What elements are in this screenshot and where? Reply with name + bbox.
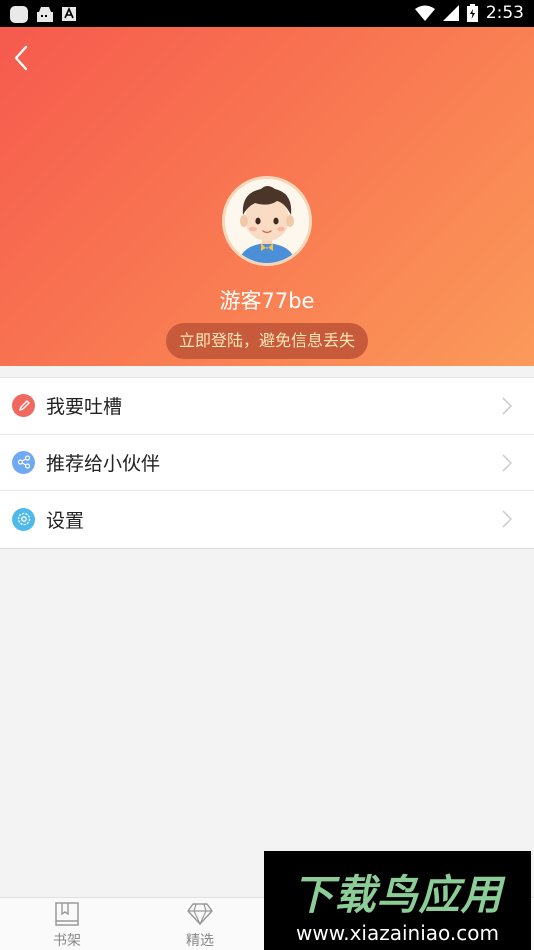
menu-item-share[interactable]: 推荐给小伙伴 xyxy=(0,435,534,491)
status-time: 2:53 xyxy=(485,3,524,23)
battery-icon xyxy=(466,4,478,22)
status-bar-system: 2:53 xyxy=(414,3,524,23)
menu-item-feedback[interactable]: 我要吐槽 xyxy=(0,378,534,435)
tab-label: 书架 xyxy=(53,933,81,949)
username: 游客77be xyxy=(219,289,315,313)
tab-featured[interactable]: 精选 xyxy=(160,902,240,950)
tab-label: 精选 xyxy=(186,933,214,949)
tab-bookshelf[interactable]: 书架 xyxy=(27,902,107,950)
menu-item-label: 推荐给小伙伴 xyxy=(46,452,161,475)
watermark-title: 下载鸟应用 xyxy=(292,871,503,919)
text-icon xyxy=(62,7,76,21)
notification-icon xyxy=(10,5,28,23)
chevron-right-icon xyxy=(502,510,512,528)
shop-icon xyxy=(37,7,53,22)
watermark-logo: 下载鸟应用 www.xiazainiao.com xyxy=(264,851,531,950)
avatar-boy-icon xyxy=(225,179,309,263)
back-arrow-icon xyxy=(14,45,28,71)
wifi-icon xyxy=(414,5,435,21)
status-bar-notifications xyxy=(10,5,76,23)
pencil-icon xyxy=(12,394,35,418)
settings-icon xyxy=(12,507,35,531)
chevron-right-icon xyxy=(502,397,512,415)
watermark-url: www.xiazainiao.com xyxy=(296,921,499,945)
diamond-icon xyxy=(187,903,213,926)
bookshelf-icon xyxy=(55,902,79,926)
back-button[interactable] xyxy=(6,41,38,75)
profile-header: 游客77be 立即登陆，避免信息丢失 xyxy=(0,27,534,366)
menu-item-label: 设置 xyxy=(46,509,85,532)
signal-icon xyxy=(442,5,459,21)
login-button[interactable]: 立即登陆，避免信息丢失 xyxy=(166,323,368,359)
menu-list: 我要吐槽 推荐给小伙伴 设置 xyxy=(0,377,534,549)
share-icon xyxy=(12,450,35,474)
chevron-right-icon xyxy=(502,453,512,472)
menu-item-settings[interactable]: 设置 xyxy=(0,491,534,548)
status-bar: 2:53 xyxy=(0,0,534,27)
menu-item-label: 我要吐槽 xyxy=(46,396,123,419)
avatar[interactable] xyxy=(222,176,312,266)
